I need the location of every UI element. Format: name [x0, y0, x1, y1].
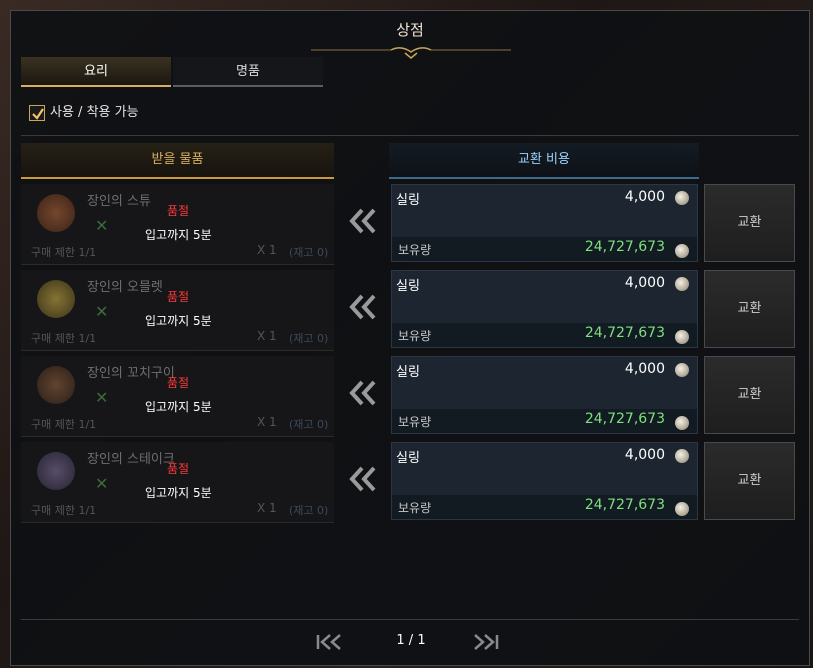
- sold-out-label: 품절: [167, 290, 190, 304]
- item-name: 장인의 꼬치구이: [87, 366, 175, 381]
- currency-name: 실링: [396, 279, 420, 294]
- item-slot[interactable]: 장인의 스테이크 ✕ 품절 입고까지 5분 구매 제한 1/1 X 1 (재고 …: [21, 442, 334, 523]
- item-quantity: X 1: [257, 415, 277, 429]
- held-amount-bar: 보유량 24,727,673: [392, 495, 697, 519]
- unavailable-x-icon: ✕: [95, 388, 109, 407]
- shop-row: 장인의 스테이크 ✕ 품절 입고까지 5분 구매 제한 1/1 X 1 (재고 …: [11, 442, 811, 523]
- unavailable-x-icon: ✕: [95, 216, 109, 235]
- usable-filter-label: 사용 / 착용 가능: [50, 105, 139, 120]
- currency-name: 실링: [396, 193, 420, 208]
- held-label: 보유량: [398, 243, 432, 257]
- purchase-limit: 구매 제한 1/1: [31, 246, 97, 259]
- shop-row: 장인의 스튜 ✕ 품절 입고까지 5분 구매 제한 1/1 X 1 (재고 0)…: [11, 184, 811, 265]
- silver-coin-icon: [675, 416, 689, 430]
- currency-name: 실링: [396, 365, 420, 380]
- shop-row: 장인의 오믈렛 ✕ 품절 입고까지 5분 구매 제한 1/1 X 1 (재고 0…: [11, 270, 811, 351]
- divider: [21, 619, 799, 620]
- item-slot[interactable]: 장인의 오믈렛 ✕ 품절 입고까지 5분 구매 제한 1/1 X 1 (재고 0…: [21, 270, 334, 351]
- restock-timer: 입고까지 5분: [145, 228, 212, 242]
- omelet-dish-icon: [37, 280, 75, 318]
- silver-coin-icon: [675, 449, 689, 463]
- cost-box: 실링 4,000 보유량 24,727,673: [391, 270, 698, 348]
- price-value: 4,000: [624, 447, 665, 463]
- tab-luxury[interactable]: 명품: [173, 57, 323, 87]
- cost-box: 실링 4,000 보유량 24,727,673: [391, 356, 698, 434]
- exchange-button[interactable]: 교환: [704, 442, 795, 520]
- item-quantity: X 1: [257, 501, 277, 515]
- held-amount: 24,727,673: [584, 239, 665, 255]
- double-chevron-left-icon: [349, 294, 376, 320]
- restock-timer: 입고까지 5분: [145, 314, 212, 328]
- category-tabs: 요리 명품: [21, 57, 323, 87]
- shop-window: 상점 요리 명품 사용 / 착용 가능 받을 물품 교환 비용 장인의 스튜 ✕…: [10, 10, 810, 666]
- item-slot[interactable]: 장인의 스튜 ✕ 품절 입고까지 5분 구매 제한 1/1 X 1 (재고 0): [21, 184, 334, 265]
- price-value: 4,000: [624, 189, 665, 205]
- held-label: 보유량: [398, 329, 432, 343]
- stock-count: (재고 0): [289, 246, 329, 259]
- silver-coin-icon: [675, 330, 689, 344]
- price-value: 4,000: [624, 361, 665, 377]
- item-name: 장인의 스튜: [87, 194, 151, 209]
- held-label: 보유량: [398, 415, 432, 429]
- last-page-icon[interactable]: [471, 633, 505, 651]
- price-value: 4,000: [624, 275, 665, 291]
- shop-row: 장인의 꼬치구이 ✕ 품절 입고까지 5분 구매 제한 1/1 X 1 (재고 …: [11, 356, 811, 437]
- steak-dish-icon: [37, 452, 75, 490]
- page-indicator: 1 / 1: [396, 633, 426, 648]
- unavailable-x-icon: ✕: [95, 474, 109, 493]
- currency-name: 실링: [396, 451, 420, 466]
- stock-count: (재고 0): [289, 332, 329, 345]
- checkmark-icon: [32, 107, 44, 120]
- held-amount: 24,727,673: [584, 497, 665, 513]
- silver-coin-icon: [675, 191, 689, 205]
- held-amount-bar: 보유량 24,727,673: [392, 237, 697, 261]
- skewer-dish-icon: [37, 366, 75, 404]
- held-amount: 24,727,673: [584, 411, 665, 427]
- purchase-limit: 구매 제한 1/1: [31, 332, 97, 345]
- exchange-button[interactable]: 교환: [704, 270, 795, 348]
- item-slot[interactable]: 장인의 꼬치구이 ✕ 품절 입고까지 5분 구매 제한 1/1 X 1 (재고 …: [21, 356, 334, 437]
- double-chevron-left-icon: [349, 380, 376, 406]
- receive-column-header: 받을 물품: [21, 143, 334, 179]
- silver-coin-icon: [675, 277, 689, 291]
- double-chevron-left-icon: [349, 466, 376, 492]
- usable-checkbox[interactable]: [29, 104, 45, 121]
- held-label: 보유량: [398, 501, 432, 515]
- cost-column-header: 교환 비용: [389, 143, 699, 179]
- item-quantity: X 1: [257, 243, 277, 257]
- restock-timer: 입고까지 5분: [145, 400, 212, 414]
- exchange-button[interactable]: 교환: [704, 356, 795, 434]
- unavailable-x-icon: ✕: [95, 302, 109, 321]
- silver-coin-icon: [675, 363, 689, 377]
- pagination: 1 / 1: [11, 631, 811, 655]
- item-name: 장인의 스테이크: [87, 452, 175, 467]
- stock-count: (재고 0): [289, 418, 329, 431]
- title-ornament-icon: [311, 47, 511, 59]
- item-quantity: X 1: [257, 329, 277, 343]
- cost-box: 실링 4,000 보유량 24,727,673: [391, 442, 698, 520]
- window-title: 상점: [396, 21, 424, 39]
- held-amount: 24,727,673: [584, 325, 665, 341]
- first-page-icon[interactable]: [316, 633, 350, 651]
- silver-coin-icon: [675, 502, 689, 516]
- stock-count: (재고 0): [289, 504, 329, 517]
- title-bar: 상점: [11, 11, 809, 59]
- purchase-limit: 구매 제한 1/1: [31, 418, 97, 431]
- cost-box: 실링 4,000 보유량 24,727,673: [391, 184, 698, 262]
- sold-out-label: 품절: [167, 462, 190, 476]
- divider: [21, 135, 799, 136]
- sold-out-label: 품절: [167, 204, 190, 218]
- exchange-button[interactable]: 교환: [704, 184, 795, 262]
- held-amount-bar: 보유량 24,727,673: [392, 409, 697, 433]
- item-name: 장인의 오믈렛: [87, 280, 163, 295]
- double-chevron-left-icon: [349, 208, 376, 234]
- silver-coin-icon: [675, 244, 689, 258]
- sold-out-label: 품절: [167, 376, 190, 390]
- tab-cooking[interactable]: 요리: [21, 57, 171, 87]
- restock-timer: 입고까지 5분: [145, 486, 212, 500]
- held-amount-bar: 보유량 24,727,673: [392, 323, 697, 347]
- purchase-limit: 구매 제한 1/1: [31, 504, 97, 517]
- stew-dish-icon: [37, 194, 75, 232]
- usable-filter[interactable]: 사용 / 착용 가능: [29, 103, 139, 123]
